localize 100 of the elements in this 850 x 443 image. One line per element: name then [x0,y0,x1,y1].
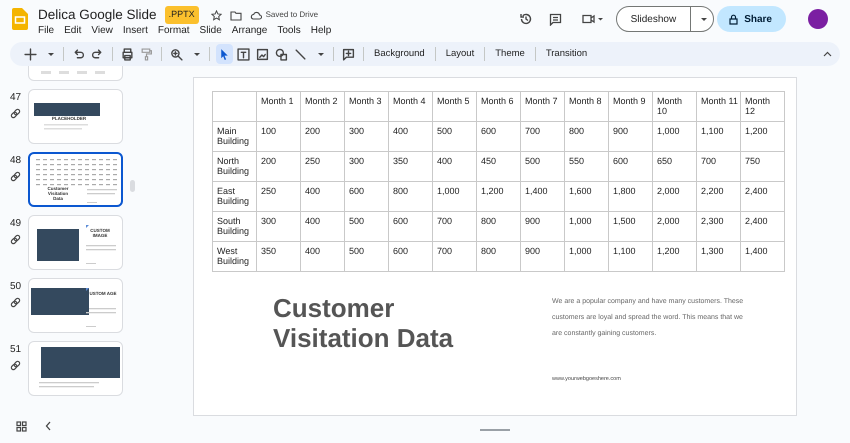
line-icon [294,48,307,60]
column-header: Month 2 [300,92,344,122]
table-cell: 600 [388,212,432,242]
undo-icon [72,48,85,60]
print-icon [121,48,134,60]
column-header: Month 6 [476,92,520,122]
table-cell: 2,000 [652,212,696,242]
slide-number: 51 [10,343,22,357]
menu-item[interactable]: Format [158,23,190,38]
link-icon [10,360,21,371]
table-cell: 800 [564,122,608,152]
table-cell: 900 [520,212,564,242]
table-cell: 200 [256,152,300,182]
row-header: East Building [212,182,256,212]
table-cell: 550 [564,152,608,182]
column-header: Month 9 [608,92,652,122]
menu-item[interactable]: Slide [200,23,222,38]
table-cell: 350 [388,152,432,182]
menu-item[interactable]: Help [310,23,332,38]
folder-icon[interactable] [230,10,242,21]
table-cell: 900 [608,122,652,152]
table-cell: 2,000 [652,182,696,212]
table-cell: 1,200 [476,182,520,212]
zoom-icon [170,48,183,60]
table-cell: 2,400 [740,182,784,212]
slide-number: 50 [10,280,22,294]
add-comment-icon [342,48,355,60]
menu-item[interactable]: File [38,23,54,38]
menu-item[interactable]: Edit [64,23,82,38]
grid-view-icon[interactable] [16,420,27,432]
toolbar-button[interactable]: Layout [442,46,478,62]
column-header: Month 1 [256,92,300,122]
menu-item[interactable]: View [91,23,113,38]
table-cell: 400 [432,152,476,182]
slide-title: Customer Visitation Data [273,294,454,355]
table-cell: 600 [608,152,652,182]
row-header: West Building [212,242,256,272]
table-cell: 800 [388,182,432,212]
table-cell: 200 [300,122,344,152]
table-cell: 1,000 [564,242,608,272]
table-cell: 500 [432,122,476,152]
collapse-icon[interactable] [45,421,52,431]
row-header: Main Building [212,122,256,152]
star-icon[interactable] [210,10,222,21]
column-header: Month 3 [344,92,388,122]
column-header: Month 8 [564,92,608,122]
slide-number: 49 [10,217,22,231]
history-icon[interactable] [518,12,533,26]
table-cell: 400 [300,212,344,242]
link-icon [10,234,21,245]
table-cell: 600 [344,182,388,212]
table-cell: 800 [476,242,520,272]
scrollbar-thumb[interactable] [130,180,135,192]
table-cell: 750 [740,152,784,182]
file-type-badge: .PPTX [164,6,199,24]
resize-handle[interactable] [480,429,510,431]
comment-icon[interactable] [548,12,562,26]
menu-item[interactable]: Insert [122,23,148,38]
column-header: Month 5 [432,92,476,122]
table-cell: 700 [432,242,476,272]
table-cell: 650 [652,152,696,182]
table-cell: 1,100 [696,122,740,152]
toolbar-button[interactable]: Theme [491,46,529,62]
collapse-toolbar-icon[interactable] [823,51,832,57]
table-cell: 700 [696,152,740,182]
table-cell: 300 [256,212,300,242]
column-header: Month 10 [652,92,696,122]
table-cell: 1,400 [520,182,564,212]
table-cell: 1,300 [696,242,740,272]
lock-icon [729,14,738,24]
table-cell: 400 [300,182,344,212]
table-cell: 2,400 [740,212,784,242]
image-icon [256,48,269,60]
table-cell: 250 [256,182,300,212]
table-cell: 700 [520,122,564,152]
table-cell: 400 [388,122,432,152]
account-avatar[interactable] [808,9,828,29]
slide-number: 48 [10,154,22,168]
video-camera-icon[interactable] [582,13,604,25]
cursor-button[interactable] [216,44,233,64]
add-icon [24,48,37,60]
slideshow-button[interactable]: Slideshow [616,7,692,31]
table-cell: 900 [520,242,564,272]
table-cell: 1,400 [740,242,784,272]
toolbar-button[interactable]: Background [370,46,429,62]
document-title[interactable]: Delica Google Slide [38,5,157,26]
menu-item[interactable]: Tools [277,23,301,38]
table-cell: 1,600 [564,182,608,212]
shape-icon [275,48,288,60]
table-cell: 350 [256,242,300,272]
table-cell: 500 [520,152,564,182]
redo-icon [91,48,104,60]
table-cell: 300 [344,152,388,182]
table-cell: 1,500 [608,212,652,242]
row-header: South Building [212,212,256,242]
toolbar-button[interactable]: Transition [542,46,592,62]
table-cell: 1,800 [608,182,652,212]
menu-item[interactable]: Arrange [232,23,268,38]
share-button[interactable]: Share [717,6,786,32]
table-cell: 500 [344,242,388,272]
